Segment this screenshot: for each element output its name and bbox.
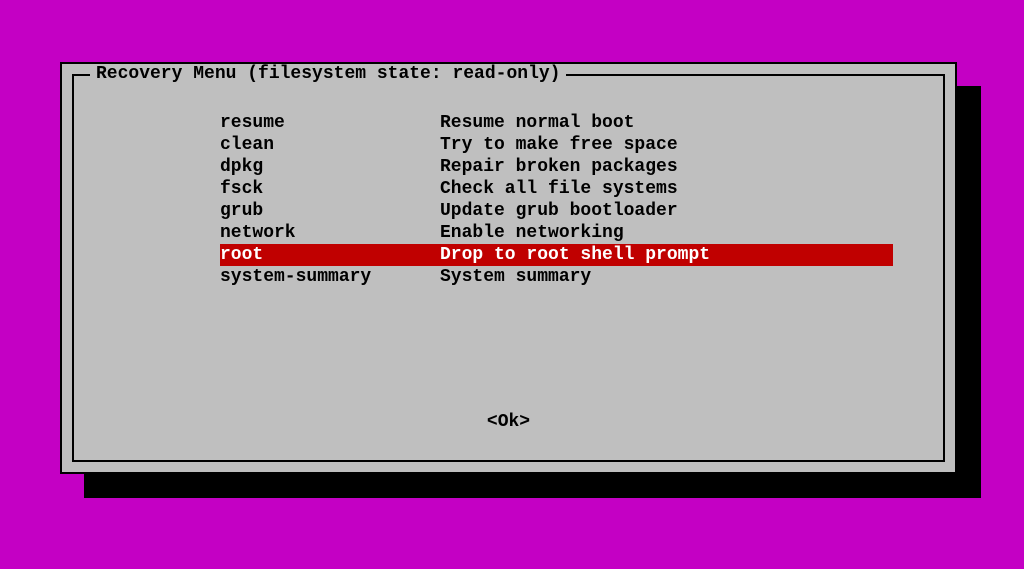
menu-item-desc: Drop to root shell prompt xyxy=(440,244,893,266)
dialog-inner-border: Recovery Menu (filesystem state: read-on… xyxy=(72,74,945,462)
ok-button[interactable]: <Ok> xyxy=(74,412,943,432)
menu-item-desc: Check all file systems xyxy=(440,178,893,200)
menu-item-desc: Update grub bootloader xyxy=(440,200,893,222)
menu-item-key: grub xyxy=(220,200,440,222)
menu-item-network[interactable]: network Enable networking xyxy=(220,222,893,244)
menu-item-key: fsck xyxy=(220,178,440,200)
menu-item-key: dpkg xyxy=(220,156,440,178)
menu-item-key: clean xyxy=(220,134,440,156)
menu-item-system-summary[interactable]: system-summary System summary xyxy=(220,266,893,288)
menu-item-resume[interactable]: resume Resume normal boot xyxy=(220,112,893,134)
menu-item-key: system-summary xyxy=(220,266,440,288)
menu-item-clean[interactable]: clean Try to make free space xyxy=(220,134,893,156)
menu-item-fsck[interactable]: fsck Check all file systems xyxy=(220,178,893,200)
menu-item-desc: Enable networking xyxy=(440,222,893,244)
menu-item-dpkg[interactable]: dpkg Repair broken packages xyxy=(220,156,893,178)
menu-item-key: root xyxy=(220,244,440,266)
recovery-menu-dialog: Recovery Menu (filesystem state: read-on… xyxy=(60,62,957,474)
menu-item-desc: Resume normal boot xyxy=(440,112,893,134)
menu-item-desc: Try to make free space xyxy=(440,134,893,156)
menu-item-root[interactable]: root Drop to root shell prompt xyxy=(220,244,893,266)
menu-item-desc: System summary xyxy=(440,266,893,288)
menu-list: resume Resume normal boot clean Try to m… xyxy=(220,112,893,288)
dialog-title: Recovery Menu (filesystem state: read-on… xyxy=(90,64,566,84)
menu-item-grub[interactable]: grub Update grub bootloader xyxy=(220,200,893,222)
menu-item-key: resume xyxy=(220,112,440,134)
menu-item-desc: Repair broken packages xyxy=(440,156,893,178)
menu-item-key: network xyxy=(220,222,440,244)
